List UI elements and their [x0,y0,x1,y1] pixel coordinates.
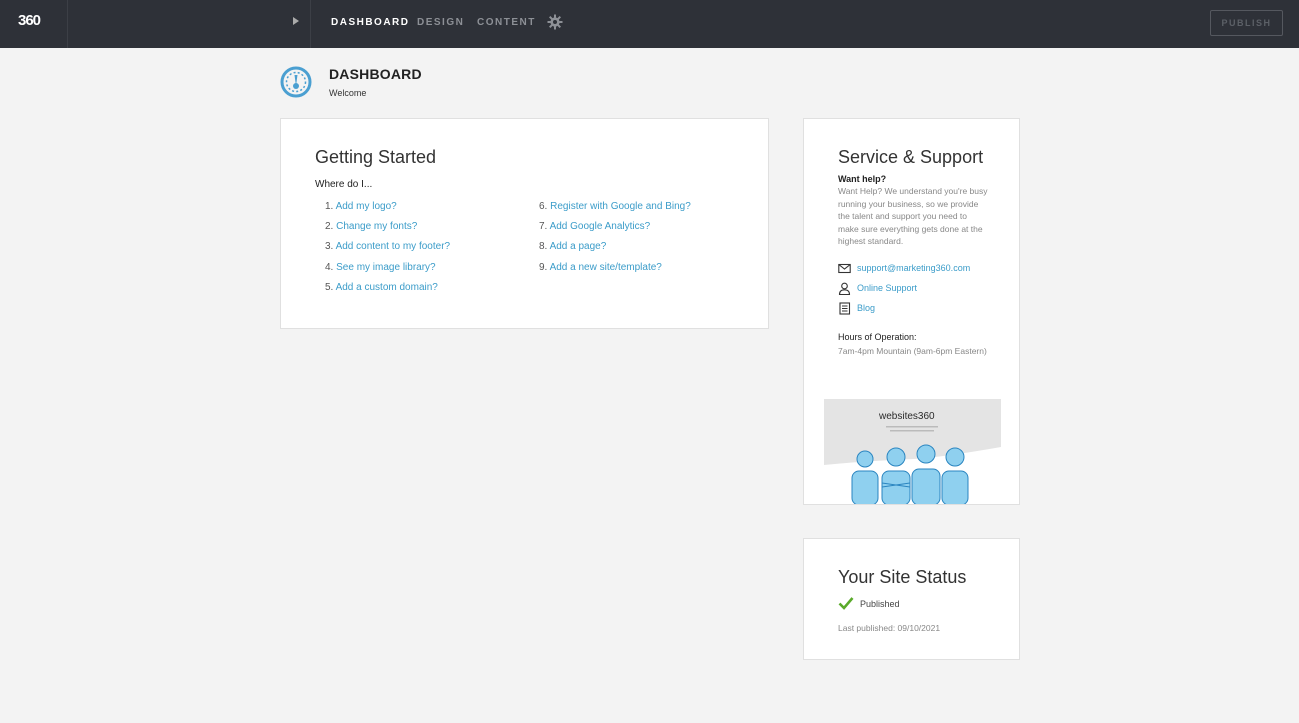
publish-button[interactable]: PUBLISH [1210,10,1283,36]
list-item: 2. Change my fonts? [325,221,417,232]
help-link[interactable]: Add my logo? [336,201,397,212]
last-published-text: Last published: 09/10/2021 [838,623,941,633]
list-item: 7. Add Google Analytics? [539,221,650,232]
dashboard-gauge-icon [280,66,312,98]
divider [67,0,68,48]
help-link[interactable]: Register with Google and Bing? [550,201,691,212]
item-number: 3. [325,241,334,252]
email-label: support@marketing360.com [857,263,971,273]
nav-content[interactable]: CONTENT [477,17,536,28]
getting-started-card: Getting Started Where do I... 1. Add my … [280,118,769,329]
online-support-label: Online Support [857,283,918,293]
help-heading: Want help? [838,174,887,184]
site-status-card: Your Site Status Published Last publishe… [803,538,1020,660]
card-title: Your Site Status [838,567,967,587]
item-number: 6. [539,201,548,212]
expand-arrow-icon[interactable] [293,17,299,25]
blog-label: Blog [857,303,876,313]
item-number: 2. [325,221,334,232]
status-badge: Published [860,599,900,609]
help-link[interactable]: Change my fonts? [336,221,417,232]
item-number: 5. [325,282,334,293]
checkmark-icon [838,597,854,610]
document-icon [839,302,851,315]
help-text: Want Help? We understand you're busy run… [838,186,988,246]
help-link[interactable]: See my image library? [336,262,435,273]
item-number: 7. [539,221,548,232]
logo[interactable]: 360 [18,12,48,34]
card-title: Service & Support [838,147,984,167]
hours-text: 7am-4pm Mountain (9am-6pm Eastern) [838,346,987,356]
intro-text: Where do I... [315,179,373,190]
card-title: Getting Started [315,147,437,167]
help-link[interactable]: Add Google Analytics? [550,221,651,232]
list-item: 5. Add a custom domain? [325,282,438,293]
help-link[interactable]: Add a page? [550,241,607,252]
item-number: 4. [325,262,334,273]
divider [310,0,311,48]
nav-dashboard[interactable]: DASHBOARD [331,17,410,28]
item-number: 8. [539,241,548,252]
websites360-promo-image[interactable]: websites360 [824,399,1001,505]
list-item: 9. Add a new site/template? [539,262,662,273]
item-number: 1. [325,201,334,212]
promo-logo-text: websites360 [878,411,935,422]
hours-heading: Hours of Operation: [838,332,917,342]
list-item: 8. Add a page? [539,241,606,252]
list-item: 1. Add my logo? [325,201,397,212]
service-support-card: Service & Support Want help? Want Help? … [803,118,1020,505]
top-bar: 360 DASHBOARD DESIGN CONTENT PUBLISH [0,0,1299,48]
list-item: 4. See my image library? [325,262,436,273]
gear-icon[interactable] [547,14,563,30]
help-link[interactable]: Add content to my footer? [336,241,451,252]
envelope-icon [838,263,851,274]
nav-design[interactable]: DESIGN [417,17,464,28]
page-subtitle: Welcome [329,88,367,98]
support-agent-icon [838,282,851,295]
help-link[interactable]: Add a new site/template? [550,262,662,273]
list-item: 6. Register with Google and Bing? [539,201,691,212]
item-number: 9. [539,262,548,273]
help-link[interactable]: Add a custom domain? [336,282,438,293]
page-title: DASHBOARD [329,66,422,82]
list-item: 3. Add content to my footer? [325,241,450,252]
